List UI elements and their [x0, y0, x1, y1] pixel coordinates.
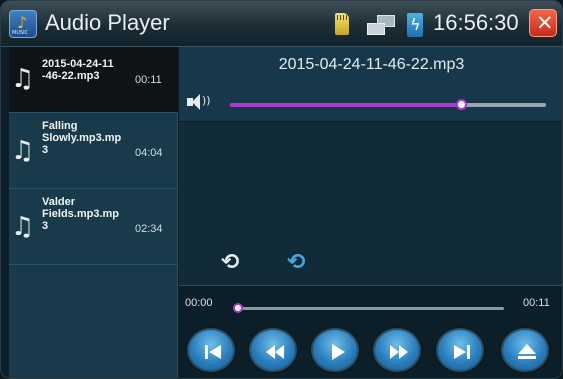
next-track-icon: [454, 345, 470, 359]
track-duration: 00:11: [135, 74, 162, 86]
music-note-icon: ♫: [11, 212, 35, 242]
volume-slider-fill: [230, 103, 461, 107]
rewind-button[interactable]: [249, 328, 297, 372]
repeat-all-icon[interactable]: ⟲: [287, 250, 305, 275]
fast-forward-button[interactable]: [373, 328, 421, 372]
title-bar: ♪ MUSIC Audio Player ϟ 16:56:30 ✕: [1, 1, 562, 47]
fast-forward-icon: [390, 345, 408, 359]
track-name: Valder Fields.mp3.mp 3: [42, 196, 120, 232]
elapsed-time: 00:00: [185, 297, 213, 309]
track-name: 2015-04-24-11 -46-22.mp3: [42, 58, 114, 82]
sd-card-icon: [335, 13, 349, 35]
seek-slider[interactable]: [233, 303, 504, 313]
close-button[interactable]: ✕: [529, 9, 557, 37]
next-track-button[interactable]: [436, 328, 484, 372]
eject-button[interactable]: [501, 328, 549, 372]
network-icon: [367, 15, 397, 37]
battery-charging-icon: ϟ: [407, 13, 423, 37]
volume-slider-handle[interactable]: [455, 99, 467, 110]
app-title: Audio Player: [45, 10, 170, 35]
app-icon-label: MUSIC: [12, 30, 29, 36]
volume-icon: )): [187, 94, 213, 110]
audio-player-window: ♪ MUSIC Audio Player ϟ 16:56:30 ✕ ♫ 2015…: [0, 0, 563, 379]
close-icon: ✕: [536, 11, 554, 35]
seek-slider-handle[interactable]: [233, 303, 243, 313]
music-app-icon: ♪ MUSIC: [9, 10, 37, 38]
playlist-item[interactable]: ♫ Falling Slowly.mp3.mp 3 04:04: [9, 113, 178, 189]
eject-icon: [518, 344, 536, 359]
progress-area: 00:00 00:11: [179, 285, 562, 378]
music-note-icon: ♫: [11, 136, 35, 166]
repeat-icon[interactable]: ⟲: [221, 250, 239, 275]
playlist-item[interactable]: ♫ 2015-04-24-11 -46-22.mp3 00:11: [9, 47, 178, 113]
track-duration: 04:04: [135, 147, 163, 159]
previous-track-button[interactable]: [187, 328, 235, 372]
now-playing-title: 2015-04-24-11-46-22.mp3: [278, 56, 465, 73]
track-name: Falling Slowly.mp3.mp 3: [42, 120, 122, 156]
clock: 16:56:30: [433, 10, 519, 35]
now-playing-panel: 2015-04-24-11-46-22.mp3 )): [179, 47, 562, 121]
total-time: 00:11: [523, 297, 550, 309]
playlist: ♫ 2015-04-24-11 -46-22.mp3 00:11 ♫ Falli…: [9, 47, 178, 378]
volume-slider[interactable]: [230, 99, 546, 110]
rewind-icon: [266, 345, 284, 359]
music-note-icon: ♫: [11, 64, 35, 94]
visualization-area: ⟲ ⟲: [179, 121, 562, 285]
play-icon: [332, 344, 345, 360]
previous-track-icon: [205, 345, 221, 359]
play-button[interactable]: [311, 328, 359, 372]
playlist-item[interactable]: ♫ Valder Fields.mp3.mp 3 02:34: [9, 189, 178, 265]
track-duration: 02:34: [135, 223, 163, 235]
